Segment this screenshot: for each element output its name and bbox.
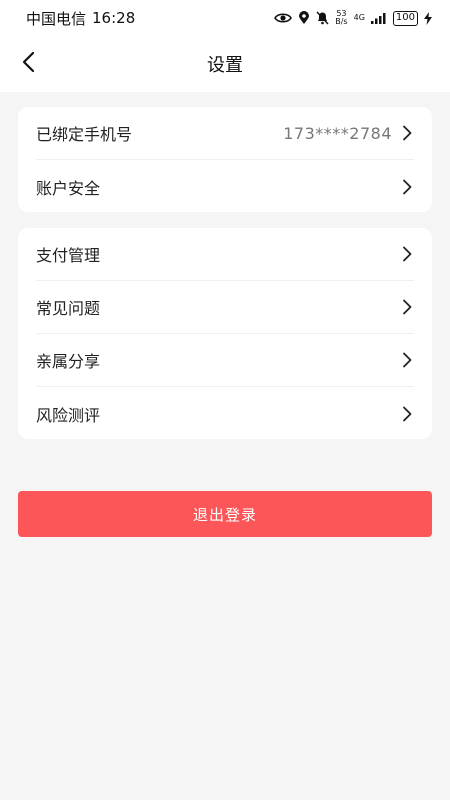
page-title: 设置 [207,55,243,76]
row-right: 173****2784 [283,124,414,143]
chevron-right-icon [400,246,414,262]
phone-number-value: 173****2784 [283,123,392,143]
account-card: 已绑定手机号 173****2784 账户安全 [18,107,432,212]
chevron-right-icon [400,125,414,141]
bell-off-icon [316,11,329,25]
row-account-security[interactable]: 账户安全 [36,160,414,213]
row-label: 亲属分享 [36,352,101,371]
status-bar: 中国电信 16:28 53 B/s 4G 100 [0,0,450,36]
row-faq[interactable]: 常见问题 [36,281,414,334]
status-right: 53 B/s 4G 100 [274,10,432,26]
network-type-label: 4G [353,13,365,22]
row-payment-management[interactable]: 支付管理 [36,228,414,281]
logout-button[interactable]: 退出登录 [18,491,432,537]
chevron-right-icon [400,352,414,368]
chevron-right-icon [400,299,414,315]
chevron-right-icon [400,179,414,195]
row-label: 账户安全 [36,178,101,198]
row-label: 支付管理 [36,246,101,265]
net-speed-unit: B/s [335,17,348,26]
battery-indicator: 100 [392,10,418,26]
network-type: 4G [354,14,365,22]
eye-icon [274,12,293,24]
back-button[interactable] [12,48,44,80]
row-right [400,179,414,195]
status-time: 16:28 [92,9,136,27]
chevron-right-icon [400,406,414,422]
settings-card: 支付管理 常见问题 亲属分享 风险测评 [18,228,432,439]
logout-label: 退出登录 [192,505,257,524]
row-label: 风险测评 [36,405,101,425]
header-bar: 设置 [0,36,450,92]
battery-level: 100 [395,12,415,23]
status-left: 中国电信 16:28 [26,8,135,29]
signal-icon [370,12,387,24]
row-label: 已绑定手机号 [36,125,133,144]
row-bound-phone[interactable]: 已绑定手机号 173****2784 [36,107,414,160]
chevron-left-icon [21,51,35,77]
net-speed: 53 B/s [335,10,347,26]
location-icon [298,11,310,25]
row-risk-assessment[interactable]: 风险测评 [36,387,414,440]
carrier-name: 中国电信 [26,9,87,28]
charging-icon [424,11,432,25]
row-family-sharing[interactable]: 亲属分享 [36,334,414,387]
row-label: 常见问题 [36,299,101,318]
